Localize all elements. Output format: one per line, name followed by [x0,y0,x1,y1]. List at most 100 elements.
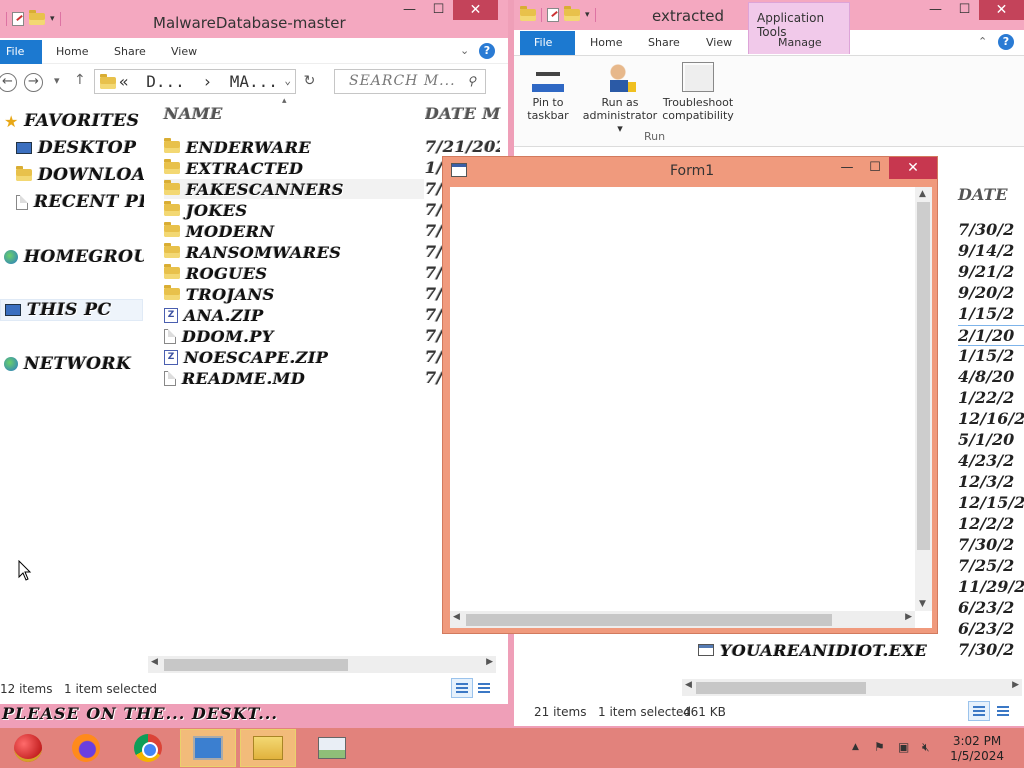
form-client-area[interactable]: ▲ ▼ ◀ ▶ [450,187,932,628]
scroll-left-icon[interactable]: ◀ [685,680,692,690]
recent-locations-icon[interactable]: ▾ [54,74,60,87]
horizontal-scrollbar[interactable]: ◀ ▶ [450,611,915,628]
new-folder-icon[interactable] [564,6,580,21]
show-hidden-icons[interactable]: ▲ [852,742,859,752]
taskbar-form1[interactable] [180,729,236,767]
customize-qat-icon[interactable]: ▾ [50,14,55,24]
help-icon[interactable]: ? [998,34,1014,50]
details-view-button[interactable] [451,678,473,698]
nav-homegroup[interactable]: HOMEGROUP [4,246,144,268]
file-date: 4/23/2 [958,451,1015,470]
minimize-button[interactable]: — [921,0,950,20]
new-folder-icon[interactable] [29,10,45,25]
scroll-down-icon[interactable]: ▼ [919,599,926,609]
large-icons-view-button[interactable] [473,678,495,698]
column-header-date[interactable]: DATE M [425,104,508,123]
scroll-left-icon[interactable]: ◀ [453,612,460,622]
scroll-thumb[interactable] [917,202,930,550]
properties-icon[interactable] [547,8,559,22]
refresh-icon[interactable]: ↻ [300,73,319,92]
scroll-right-icon[interactable]: ▶ [905,612,912,622]
horizontal-scrollbar[interactable]: ◀ ▶ [148,656,496,673]
taskbar-task-manager[interactable] [304,729,360,767]
scroll-right-icon[interactable]: ▶ [486,657,493,667]
file-row[interactable]: ENDERWARE [164,137,311,157]
file-row[interactable]: RANSOMWARES [164,242,341,262]
minimize-button[interactable]: — [833,157,861,179]
troubleshoot-compatibility-button[interactable]: Troubleshoot compatibility [662,62,734,122]
volume-muted-icon[interactable]: 🔇︎ [922,740,930,755]
scroll-thumb[interactable] [164,659,348,671]
file-row[interactable]: TROJANS [164,284,275,304]
tab-file[interactable]: File [0,40,42,64]
pin-to-taskbar-button[interactable]: Pin to taskbar [522,62,574,122]
nav-network[interactable]: NETWORK [4,353,144,375]
address-path[interactable]: « D... › MA... ⌄ [94,69,296,94]
breadcrumb-1[interactable]: D... [146,72,185,91]
title-bar[interactable]: ▾ MalwareDatabase-master — ☐ ✕ [0,0,508,38]
tab-file[interactable]: File [520,31,575,55]
tab-home[interactable]: Home [590,36,622,49]
start-button[interactable] [0,729,56,767]
file-row[interactable]: README.MD [164,368,305,388]
properties-icon[interactable] [12,12,24,26]
vertical-scrollbar[interactable]: ▲ ▼ [915,187,932,611]
close-button[interactable]: ✕ [979,0,1024,20]
file-row[interactable]: DDOM.PY [164,326,274,346]
minimize-button[interactable]: — [395,0,424,20]
file-row[interactable]: MODERN [164,221,275,241]
explorer-window-left[interactable]: ▾ MalwareDatabase-master — ☐ ✕ File Home… [0,0,508,704]
scroll-left-icon[interactable]: ◀ [151,657,158,667]
network-icon[interactable]: ▣ [898,740,909,754]
maximize-button[interactable]: ☐ [861,157,889,179]
nav-recent-places[interactable]: RECENT PLACES [16,191,144,213]
tab-view[interactable]: View [171,45,197,58]
maximize-button[interactable]: ☐ [950,0,979,20]
run-as-administrator-button[interactable]: Run as administrator ▾ [580,62,660,135]
taskbar-firefox[interactable] [58,729,114,767]
tab-home[interactable]: Home [56,45,88,58]
collapse-ribbon-icon[interactable]: ⌃ [978,35,987,48]
system-clock[interactable]: 3:02 PM 1/5/2024 [950,734,1004,764]
tab-manage[interactable]: Manage [778,36,822,49]
scroll-thumb[interactable] [466,614,832,626]
close-button[interactable]: ✕ [889,157,937,179]
forward-button[interactable]: → [24,73,43,92]
tab-share[interactable]: Share [648,36,680,49]
back-button[interactable]: ← [0,73,17,92]
file-row[interactable]: ROGUES [164,263,268,283]
file-row[interactable]: Z ANA.ZIP [164,305,264,325]
tab-share[interactable]: Share [114,45,146,58]
scroll-up-icon[interactable]: ▲ [919,189,926,199]
column-header-date[interactable]: DATE [958,185,1008,204]
up-button[interactable]: ↑ [74,72,86,88]
maximize-button[interactable]: ☐ [424,0,453,20]
customize-qat-icon[interactable]: ▾ [585,10,590,20]
close-button[interactable]: ✕ [453,0,498,20]
scroll-right-icon[interactable]: ▶ [1012,680,1019,690]
nav-desktop[interactable]: DESKTOP [16,137,144,159]
tab-view[interactable]: View [706,36,732,49]
file-row-selected-exe[interactable]: YOUAREANIDIOT.EXE [698,640,1014,660]
address-dropdown-icon[interactable]: ⌄ [284,74,291,87]
file-row[interactable]: EXTRACTED [164,158,303,178]
nav-downloads[interactable]: DOWNLOADS [16,164,144,186]
action-center-flag-icon[interactable]: ⚑ [874,740,885,754]
breadcrumb-2[interactable]: MA... [230,72,278,91]
taskbar-chrome[interactable] [120,729,176,767]
nav-favorites[interactable]: ★ FAVORITES [4,110,144,132]
horizontal-scrollbar[interactable]: ◀ ▶ [682,679,1022,696]
expand-ribbon-icon[interactable]: ⌄ [460,44,469,57]
nav-this-pc[interactable]: THIS PC [0,299,143,321]
column-header-name[interactable]: NAME [164,104,223,123]
scroll-thumb[interactable] [696,682,866,694]
file-row[interactable]: JOKES [164,200,248,220]
details-view-button[interactable] [968,701,990,721]
file-row[interactable]: Z NOESCAPE.ZIP [164,347,328,367]
large-icons-view-button[interactable] [992,701,1014,721]
search-input[interactable]: SEARCH M... ⚲ [334,69,486,94]
form1-window[interactable]: Form1 — ☐ ✕ ▲ ▼ ◀ ▶ [442,156,938,634]
taskbar-file-explorer[interactable] [240,729,296,767]
file-row[interactable]: FAKESCANNERS [164,179,424,199]
help-icon[interactable]: ? [479,43,495,59]
